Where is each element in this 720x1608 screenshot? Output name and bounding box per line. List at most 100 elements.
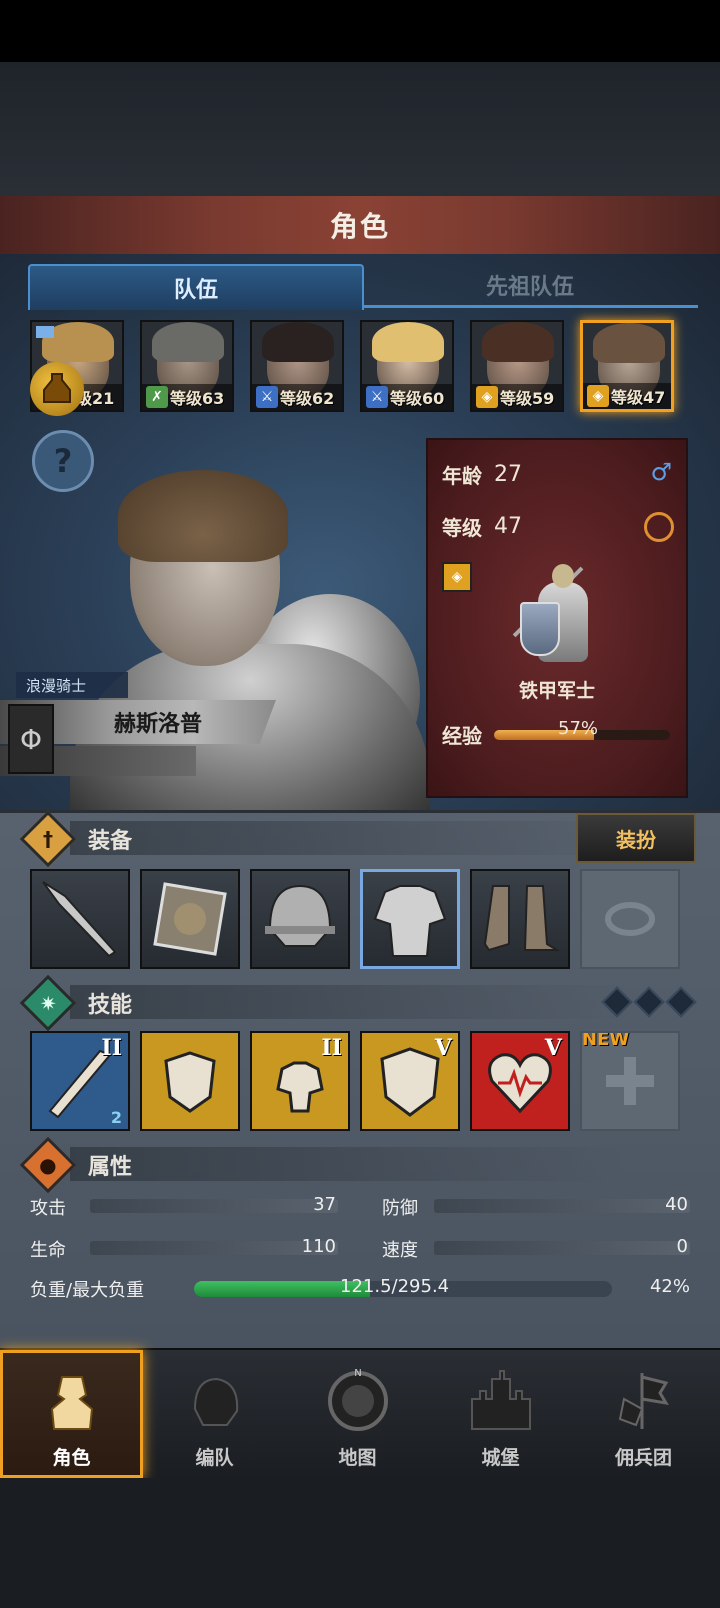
dress-up-button[interactable]: 装扮 xyxy=(576,813,696,863)
hero-stage: 队伍 先祖队伍 ⚔等级21✗等级63⚔等级62⚔等级60◈等级59◈等级47 ?… xyxy=(0,254,720,810)
nav-mercenary[interactable]: 佣兵团 xyxy=(572,1350,715,1478)
nav-formation[interactable]: 编队 xyxy=(143,1350,286,1478)
shield-icon xyxy=(153,882,227,956)
nav-label: 地图 xyxy=(338,1447,377,1469)
load-percent: 42% xyxy=(649,1276,690,1297)
figure-shield xyxy=(520,602,560,656)
male-gender-icon: ♂ xyxy=(650,458,672,486)
skill-point-pip xyxy=(665,986,697,1018)
hero-level-bar: ⚔ 等级62 xyxy=(252,384,342,410)
equipment-title: 装备 xyxy=(88,829,133,854)
hero-subclass: 浪漫骑士 xyxy=(16,672,128,698)
figure-head xyxy=(552,564,574,588)
cross-icon xyxy=(606,1057,654,1105)
hero-card[interactable]: ⚔ 等级62 xyxy=(250,320,344,412)
helmet-icon xyxy=(179,1365,251,1437)
skill-point-pip xyxy=(601,986,633,1018)
class-figure xyxy=(510,564,620,674)
leader-flag-icon xyxy=(36,326,54,338)
hero-card[interactable]: ✗ 等级63 xyxy=(140,320,234,412)
section-band xyxy=(70,1147,630,1181)
skill-rank: II xyxy=(101,1035,122,1061)
attack-label: 攻击 xyxy=(30,1198,66,1219)
shield-dumbbell-icon xyxy=(164,1051,216,1113)
exp-label: 经验 xyxy=(442,724,482,748)
hero-card[interactable]: ◈ 等级59 xyxy=(470,320,564,412)
hero-card[interactable]: ⚔ 等级60 xyxy=(360,320,454,412)
hero-roster: ⚔等级21✗等级63⚔等级62⚔等级60◈等级59◈等级47 xyxy=(30,320,694,416)
skill-slots: II 2 II V V NEW xyxy=(30,1031,700,1131)
boots-slot[interactable] xyxy=(470,869,570,969)
attributes-title: 属性 xyxy=(88,1155,133,1180)
hp-value: 110 xyxy=(301,1236,336,1257)
level-row: 等级 47 xyxy=(442,512,522,541)
attributes-header: ● 属性 xyxy=(19,1136,133,1194)
skill-rank: II xyxy=(321,1035,342,1061)
skill-badge: 2 xyxy=(110,1108,122,1127)
class-name: 铁甲军士 xyxy=(518,680,595,702)
age-label: 年龄 xyxy=(442,464,482,488)
compass-north-label: N xyxy=(354,1368,361,1379)
equipment-slots xyxy=(30,869,700,969)
bow-icon: ✗ xyxy=(146,386,168,408)
hero-level-bar: ⚔ 等级60 xyxy=(362,384,452,410)
skill-slot-empty[interactable]: NEW xyxy=(580,1031,680,1131)
defense-value: 40 xyxy=(665,1194,688,1215)
nav-label: 城堡 xyxy=(481,1447,520,1469)
skill-shield-training[interactable] xyxy=(140,1031,240,1131)
nav-castle[interactable]: 城堡 xyxy=(429,1350,572,1478)
helmet-slot[interactable] xyxy=(250,869,350,969)
defense-label: 防御 xyxy=(382,1198,418,1219)
top-spacer xyxy=(0,62,720,196)
skills-title: 技能 xyxy=(88,993,133,1018)
ring-icon xyxy=(605,902,655,936)
hero-level: 等级63 xyxy=(170,389,225,408)
knight-icon xyxy=(36,1365,108,1437)
spear-slot[interactable] xyxy=(30,869,130,969)
ring-icon[interactable] xyxy=(644,512,674,542)
person-icon: ● xyxy=(19,1136,77,1194)
bottom-spacer xyxy=(0,1478,720,1608)
section-band xyxy=(70,985,630,1019)
hero-level-bar: ✗ 等级63 xyxy=(142,384,232,410)
hero-hair xyxy=(118,470,288,562)
hero-hair xyxy=(593,323,665,363)
hero-level: 等级59 xyxy=(500,389,555,408)
hp-label: 生命 xyxy=(30,1240,66,1261)
hero-level-bar: ◈ 等级59 xyxy=(472,384,562,410)
hero-level: 等级60 xyxy=(390,389,445,408)
speed-label: 速度 xyxy=(382,1240,418,1261)
skill-shield[interactable]: V xyxy=(360,1031,460,1131)
sword-icon: ⚔ xyxy=(256,386,278,408)
nav-map[interactable]: N 地图 xyxy=(286,1350,429,1478)
hero-level-bar: ◈ 等级47 xyxy=(583,383,671,409)
tab-team[interactable]: 队伍 xyxy=(28,264,364,310)
boots-icon xyxy=(483,885,561,952)
hero-name: 赫斯洛普 xyxy=(113,712,202,737)
load-label: 负重/最大负重 xyxy=(30,1280,145,1301)
ring-slot-empty[interactable] xyxy=(580,869,680,969)
chest-armor-icon xyxy=(373,885,447,957)
hero-card[interactable]: ◈ 等级47 xyxy=(580,320,674,412)
hero-hair xyxy=(262,322,334,362)
potion-icon[interactable] xyxy=(30,362,84,416)
skill-armor-training[interactable]: II xyxy=(250,1031,350,1131)
hero-level: 等级62 xyxy=(280,389,335,408)
tab-ancestor-team[interactable]: 先祖队伍 xyxy=(362,264,698,308)
shield-slot[interactable] xyxy=(140,869,240,969)
exp-percent: 57% xyxy=(558,718,599,739)
skill-vitality[interactable]: V xyxy=(470,1031,570,1131)
chest-armor-slot[interactable] xyxy=(360,869,460,969)
skill-rank: V xyxy=(544,1035,562,1061)
section-band xyxy=(70,821,630,855)
skill-slash[interactable]: II 2 xyxy=(30,1031,130,1131)
hero-level: 等级47 xyxy=(611,388,666,407)
star-icon: ✷ xyxy=(19,974,77,1032)
nav-label: 佣兵团 xyxy=(614,1447,672,1469)
nav-character[interactable]: 角色 xyxy=(0,1350,143,1478)
bottom-nav: 角色 编队 N 地图 城堡 佣兵团 xyxy=(0,1348,720,1480)
shield-class-icon: ◈ xyxy=(442,562,472,592)
skills-header: ✷ 技能 xyxy=(19,974,133,1032)
hero-info-card: 年龄 27 ♂ 等级 47 ◈ 铁甲军士 经验 57% xyxy=(426,438,688,798)
castle-icon xyxy=(465,1365,537,1437)
